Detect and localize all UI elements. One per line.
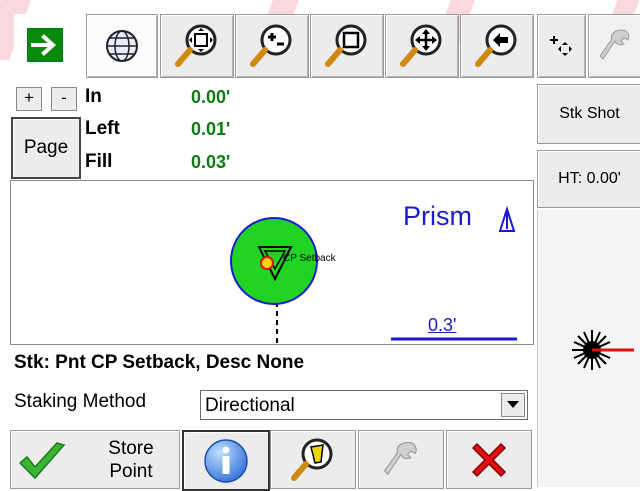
staking-method-select[interactable]: Directional: [200, 390, 528, 420]
stake-shot-button[interactable]: Stk Shot: [537, 84, 640, 144]
map-view-button[interactable]: [86, 14, 158, 78]
settings-button[interactable]: [588, 14, 640, 78]
page-button[interactable]: Page: [11, 117, 81, 179]
checkmark-icon: [18, 442, 66, 480]
height-button[interactable]: HT: 0.00': [537, 150, 640, 208]
pan-button[interactable]: [385, 14, 459, 78]
zoom-in-out-icon: [250, 24, 292, 67]
zoom-previous-button[interactable]: [460, 14, 534, 78]
zoom-window-button[interactable]: [310, 14, 384, 78]
globe-icon: [106, 30, 138, 62]
point-label: CP Setback: [283, 253, 336, 264]
find-point-button[interactable]: [270, 430, 356, 489]
tools-button[interactable]: [358, 430, 444, 489]
readout-fill-label: Fill: [85, 151, 113, 172]
stakeout-plot[interactable]: CP Setback Prism 0.3': [10, 180, 534, 345]
dropdown-button[interactable]: [501, 393, 525, 417]
zoom-window-icon: [325, 24, 367, 67]
zoom-in-out-button[interactable]: [235, 14, 309, 78]
target-type-label: Prism: [403, 201, 472, 231]
store-point-line2: Point: [109, 461, 153, 482]
readout-left-value: 0.01': [191, 119, 231, 139]
next-arrow-icon: [27, 28, 63, 62]
close-button[interactable]: [446, 430, 532, 489]
scale-label: 0.3': [428, 315, 457, 335]
readout-fill-value: 0.03': [191, 152, 231, 172]
store-point-line1: Store: [108, 438, 154, 459]
readout-in-label: In: [85, 86, 102, 107]
move-point-icon: [549, 36, 572, 56]
zoom-extents-icon: [175, 24, 217, 67]
next-button[interactable]: [14, 14, 76, 76]
readout-in-value: 0.00': [191, 87, 231, 107]
zoom-minus-button[interactable]: -: [51, 87, 77, 111]
magnifier-search-icon: [291, 438, 333, 481]
store-point-label: Store Point: [91, 437, 171, 483]
staking-method-value: Directional: [205, 395, 295, 416]
settings-wrench-icon: [599, 29, 630, 60]
info-button[interactable]: [182, 430, 270, 491]
readout-left-label: Left: [85, 118, 120, 139]
wrench-icon: [383, 441, 417, 475]
chevron-down-icon: [507, 401, 519, 408]
info-icon: [204, 438, 248, 483]
zoom-plus-button[interactable]: +: [16, 87, 42, 111]
stake-info: Stk: Pnt CP Setback, Desc None: [14, 352, 305, 373]
close-x-icon: [471, 442, 507, 477]
laser-icon: [572, 330, 634, 370]
zoom-previous-icon: [475, 24, 517, 67]
staking-method-label: Staking Method: [14, 391, 147, 412]
pan-icon: [400, 24, 442, 67]
zoom-extents-button[interactable]: [160, 14, 234, 78]
move-point-button[interactable]: [537, 14, 586, 78]
store-point-button[interactable]: Store Point: [10, 430, 180, 489]
